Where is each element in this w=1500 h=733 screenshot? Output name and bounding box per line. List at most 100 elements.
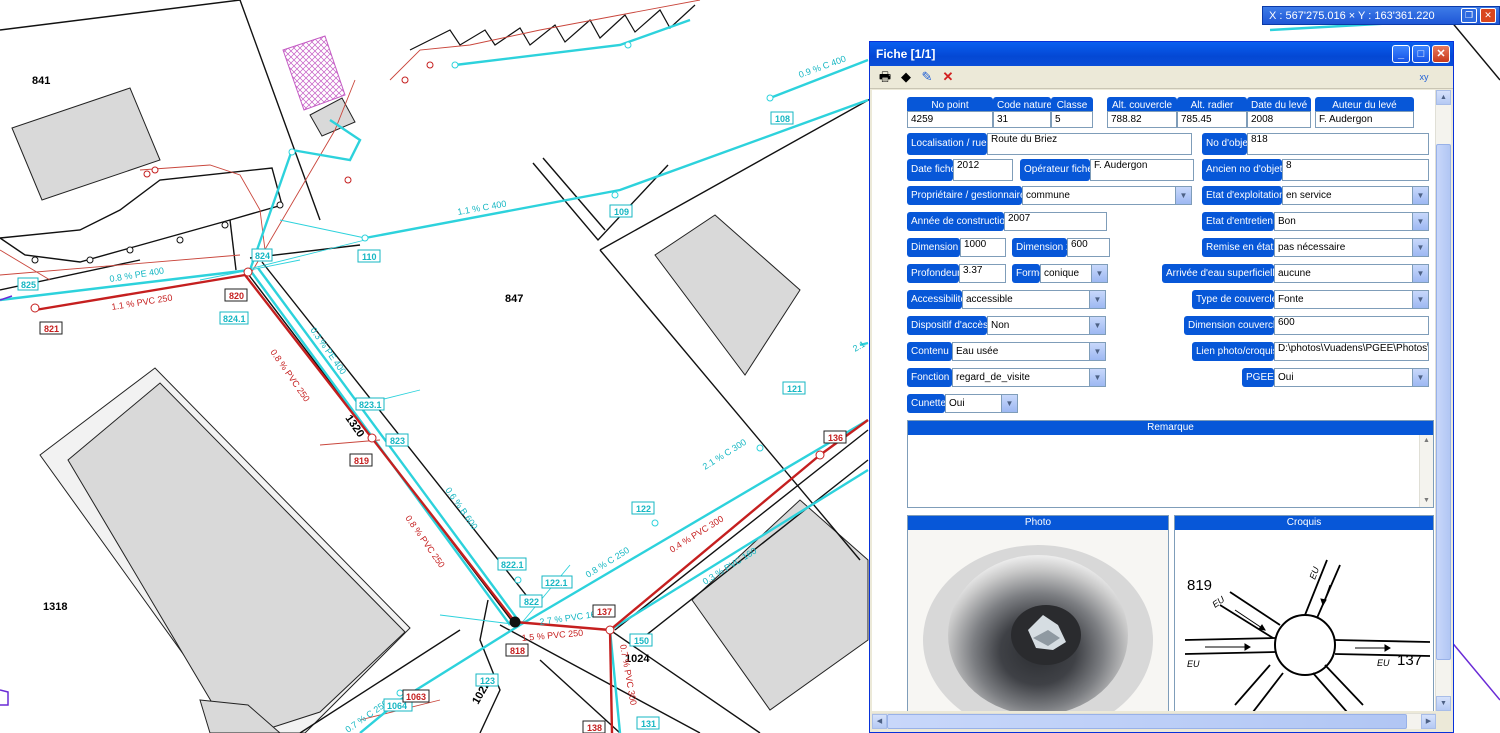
type-couvercle-select[interactable]: Fonte ▼ (1274, 290, 1429, 309)
scroll-thumb[interactable] (1436, 144, 1451, 660)
etat-exploitation-select[interactable]: en service ▼ (1282, 186, 1429, 205)
edit-icon[interactable]: ✎ (918, 69, 936, 85)
node-tag[interactable]: 824 (251, 248, 273, 262)
operateur-field[interactable]: F. Audergon (1090, 159, 1194, 181)
fonction-label: Fonction (907, 368, 952, 387)
vertical-scrollbar[interactable]: ▲ ▼ (1435, 90, 1451, 711)
node-tag[interactable]: 819 (349, 453, 373, 467)
chevron-down-icon[interactable]: ▼ (1412, 265, 1428, 282)
profondeur-field[interactable]: 3.37 (959, 264, 1006, 283)
alt-radier-field[interactable]: 785.45 (1177, 111, 1247, 128)
localisation-field[interactable]: Route du Briez (987, 133, 1192, 155)
chevron-down-icon[interactable]: ▼ (1089, 343, 1105, 360)
dimension-couvercle-field[interactable]: 600 (1274, 316, 1429, 335)
dispositif-acces-select[interactable]: Non ▼ (987, 316, 1106, 335)
scroll-thumb[interactable] (887, 714, 1407, 729)
window-titlebar[interactable]: Fiche [1/1] _ □ ✕ (870, 42, 1453, 66)
chevron-down-icon[interactable]: ▼ (1412, 369, 1428, 386)
chevron-down-icon[interactable]: ▼ (1001, 395, 1017, 412)
dimension1-field[interactable]: 1000 (960, 238, 1006, 257)
etat-entretien-select[interactable]: Bon ▼ (1274, 212, 1429, 231)
node-tag[interactable]: 121 (782, 381, 806, 395)
date-leve-field[interactable]: 2008 (1247, 111, 1311, 128)
restore-icon[interactable]: ❐ (1461, 8, 1477, 23)
proprietaire-select[interactable]: commune ▼ (1022, 186, 1192, 205)
node-tag[interactable]: 131 (636, 716, 660, 730)
no-point-field[interactable]: 4259 (907, 111, 993, 128)
horizontal-scrollbar[interactable]: ◀ ▶ (872, 713, 1436, 729)
alt-couvercle-field[interactable]: 788.82 (1107, 111, 1177, 128)
svg-text:131: 131 (641, 719, 656, 729)
node-tag[interactable]: 137 (592, 604, 616, 618)
remarque-scrollbar[interactable]: ▲ ▼ (1419, 435, 1433, 507)
coordinates-icon[interactable]: xy (1415, 69, 1433, 85)
node-tag[interactable]: 818 (505, 643, 529, 657)
node-tag[interactable]: 136 (823, 430, 847, 444)
code-nature-field[interactable]: 31 (993, 111, 1051, 128)
remise-etat-select[interactable]: pas nécessaire ▼ (1274, 238, 1429, 257)
node-tag[interactable]: 138 (582, 720, 606, 733)
arrivee-eau-select[interactable]: aucune ▼ (1274, 264, 1429, 283)
node-tag[interactable]: 108 (770, 111, 794, 125)
node-tag[interactable]: 109 (609, 204, 633, 218)
window-title: Fiche [1/1] (876, 47, 936, 61)
chevron-down-icon[interactable]: ▼ (1091, 265, 1107, 282)
node-tag[interactable]: 821 (39, 321, 63, 335)
node-tag[interactable]: 1063 (402, 689, 430, 703)
pgee-select[interactable]: Oui ▼ (1274, 368, 1429, 387)
cunette-select[interactable]: Oui ▼ (945, 394, 1018, 413)
node-tag[interactable]: 123 (475, 673, 499, 687)
forme-select[interactable]: conique ▼ (1040, 264, 1108, 283)
chevron-down-icon[interactable]: ▼ (1089, 291, 1105, 308)
node-tag[interactable]: 822.1 (497, 557, 527, 571)
auteur-leve-field[interactable]: F. Audergon (1315, 111, 1414, 128)
close-button[interactable]: ✕ (1432, 45, 1450, 63)
chevron-down-icon[interactable]: ▼ (1089, 317, 1105, 334)
lien-photo-field[interactable]: D:\photos\Vuadens\PGEE\Photos\ (1274, 342, 1429, 361)
accessibilite-select[interactable]: accessible ▼ (962, 290, 1106, 309)
lien-photo-label: Lien photo/croquis (1192, 342, 1278, 361)
scroll-left-icon[interactable]: ◀ (872, 714, 887, 729)
node-tag[interactable]: 823.1 (355, 397, 385, 411)
close-icon[interactable]: ✕ (1480, 8, 1496, 23)
contenu-select[interactable]: Eau usée ▼ (952, 342, 1106, 361)
node-tag[interactable]: 122.1 (541, 575, 573, 589)
scroll-up-icon[interactable]: ▲ (1436, 90, 1451, 105)
node-tag[interactable]: 150 (629, 633, 653, 647)
node-tag[interactable]: 822 (519, 594, 543, 608)
chevron-down-icon[interactable]: ▼ (1175, 187, 1191, 204)
scroll-right-icon[interactable]: ▶ (1421, 714, 1436, 729)
scroll-down-icon[interactable]: ▼ (1420, 495, 1433, 507)
annee-construction-field[interactable]: 2007 (1004, 212, 1107, 231)
chevron-down-icon[interactable]: ▼ (1412, 187, 1428, 204)
layers-icon[interactable]: ◆ (897, 69, 915, 85)
node-tag[interactable]: 122 (631, 501, 655, 515)
chevron-down-icon[interactable]: ▼ (1412, 239, 1428, 256)
fonction-select[interactable]: regard_de_visite ▼ (952, 368, 1106, 387)
ancien-no-field[interactable]: 8 (1282, 159, 1429, 181)
maximize-button[interactable]: □ (1412, 45, 1430, 63)
date-fiche-field[interactable]: 2012 (953, 159, 1013, 181)
node-tag[interactable]: 110 (357, 249, 381, 263)
remarque-textarea[interactable] (908, 435, 1419, 507)
delete-icon[interactable]: ✕ (939, 69, 957, 85)
node-tag[interactable]: 823 (385, 433, 409, 447)
scroll-up-icon[interactable]: ▲ (1420, 435, 1433, 447)
scroll-down-icon[interactable]: ▼ (1436, 696, 1451, 711)
no-objet-field[interactable]: 818 (1247, 133, 1429, 155)
croquis-label: Croquis (1175, 516, 1433, 530)
chevron-down-icon[interactable]: ▼ (1412, 291, 1428, 308)
chevron-down-icon[interactable]: ▼ (1412, 213, 1428, 230)
node-tag[interactable]: 820 (224, 288, 248, 302)
classe-field[interactable]: 5 (1051, 111, 1093, 128)
chevron-down-icon[interactable]: ▼ (1089, 369, 1105, 386)
no-objet-label: No d'objet (1202, 133, 1251, 155)
etat-entretien-label: Etat d'entretien (1202, 212, 1274, 231)
minimize-button[interactable]: _ (1392, 45, 1410, 63)
node-tag[interactable]: 824.1 (219, 311, 249, 325)
manhole-photo[interactable] (908, 530, 1168, 711)
node-tag[interactable]: 825 (17, 277, 39, 291)
dimension2-field[interactable]: 600 (1067, 238, 1110, 257)
croquis-sketch[interactable]: 819 137 EU EU EU EU (1175, 530, 1433, 711)
print-icon[interactable]: 🖶 (876, 69, 894, 85)
